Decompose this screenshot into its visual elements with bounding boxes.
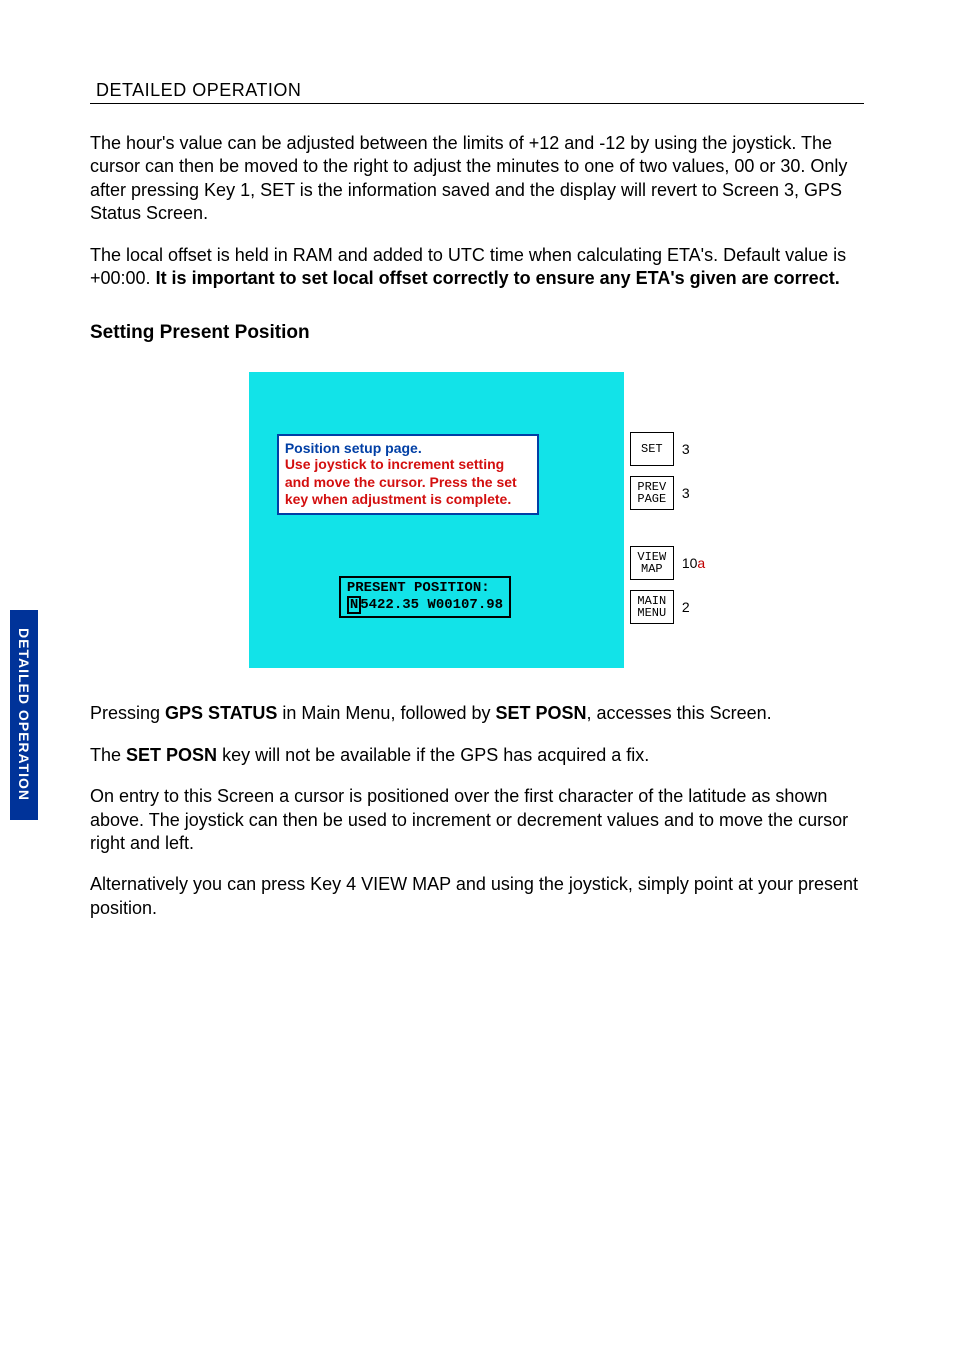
key-number: 10a	[682, 555, 705, 571]
key-number: 3	[682, 485, 690, 501]
set-button[interactable]: SET	[630, 432, 674, 466]
softkey-row-set: SET 3	[630, 432, 705, 466]
key-line-2: PAGE	[637, 493, 666, 506]
lcd-screen: Position setup page. Use joystick to inc…	[249, 372, 624, 668]
prev-page-button[interactable]: PREV PAGE	[630, 476, 674, 510]
softkey-row-prevpage: PREV PAGE 3	[630, 476, 705, 510]
text: key will not be available if the GPS has…	[217, 745, 649, 765]
text: The	[90, 745, 126, 765]
position-setup-figure: Position setup page. Use joystick to inc…	[249, 372, 705, 668]
main-menu-button[interactable]: MAIN MENU	[630, 590, 674, 624]
paragraph-hour-adjust: The hour's value can be adjusted between…	[90, 132, 864, 226]
help-box: Position setup page. Use joystick to inc…	[277, 434, 539, 515]
paragraph-local-offset: The local offset is held in RAM and adde…	[90, 244, 864, 291]
text: , accesses this Screen.	[587, 703, 772, 723]
section-tab: DETAILED OPERATION	[10, 610, 38, 820]
softkey-row-viewmap: VIEW MAP 10a	[630, 546, 705, 580]
softkey-row-mainmenu: MAIN MENU 2	[630, 590, 705, 624]
section-heading: Setting Present Position	[90, 322, 864, 344]
key-line-2: MENU	[637, 607, 666, 620]
paragraph-access: Pressing GPS STATUS in Main Menu, follow…	[90, 702, 864, 725]
key-label: SET	[641, 443, 663, 456]
set-posn-ref: SET POSN	[496, 703, 587, 723]
page-header: DETAILED OPERATION	[90, 80, 864, 104]
present-position-box: PRESENT POSITION: N5422.35 W00107.98	[339, 576, 511, 618]
paragraph-setposn-availability: The SET POSN key will not be available i…	[90, 744, 864, 767]
key-number: 2	[682, 599, 690, 615]
local-offset-emphasis: It is important to set local offset corr…	[156, 268, 840, 288]
soft-keys-column: SET 3 PREV PAGE 3	[624, 372, 705, 668]
view-map-button[interactable]: VIEW MAP	[630, 546, 674, 580]
key-number: 3	[682, 441, 690, 457]
text: in Main Menu, followed by	[277, 703, 495, 723]
set-posn-ref-2: SET POSN	[126, 745, 217, 765]
paragraph-cursor-entry: On entry to this Screen a cursor is posi…	[90, 785, 864, 855]
page-content: DETAILED OPERATION The hour's value can …	[0, 0, 954, 1014]
figure-wrap: Position setup page. Use joystick to inc…	[90, 372, 864, 668]
text: Pressing	[90, 703, 165, 723]
present-position-value: N5422.35 W00107.98	[347, 596, 503, 614]
key-line-2: MAP	[641, 563, 663, 576]
paragraph-viewmap-alt: Alternatively you can press Key 4 VIEW M…	[90, 873, 864, 920]
header-title: DETAILED OPERATION	[90, 80, 301, 100]
help-body: Use joystick to increment setting and mo…	[285, 456, 531, 509]
position-rest: 5422.35 W00107.98	[360, 597, 503, 613]
help-title: Position setup page.	[285, 440, 531, 456]
present-position-label: PRESENT POSITION:	[347, 580, 503, 596]
gps-status-ref: GPS STATUS	[165, 703, 277, 723]
